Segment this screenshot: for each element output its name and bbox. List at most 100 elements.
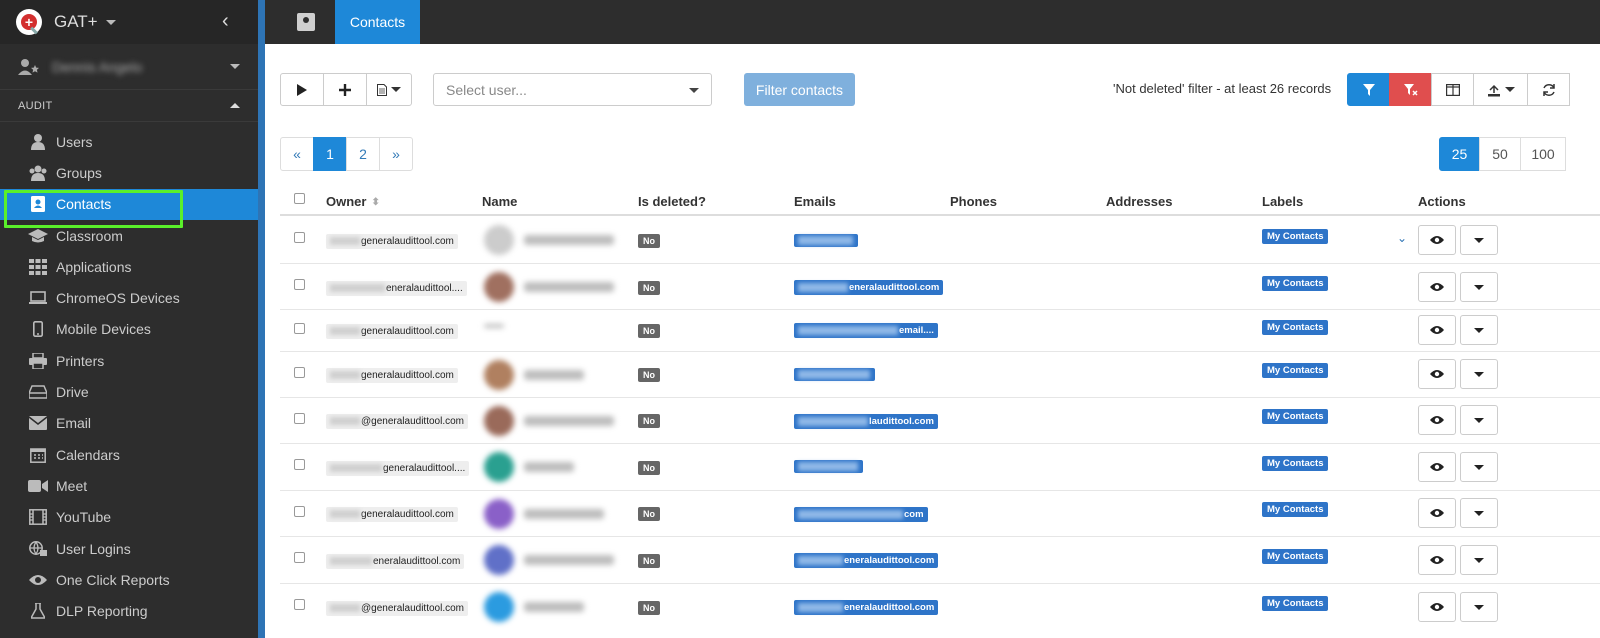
row-actions-dropdown[interactable] [1460,225,1498,255]
eye-icon [1430,556,1444,564]
contact-book-icon[interactable] [297,13,315,31]
select-user-dropdown[interactable]: Select user... [433,73,712,106]
email-badge[interactable]: email.... [794,323,938,338]
user-menu[interactable]: Dennis Angelo [0,44,258,90]
chevron-down-icon[interactable] [105,19,116,25]
sidebar-item-chromeos-devices[interactable]: ChromeOS Devices [0,282,258,313]
row-checkbox[interactable] [294,459,305,470]
filter-button[interactable] [1347,73,1390,106]
row-checkbox[interactable] [294,232,305,243]
row-checkbox[interactable] [294,367,305,378]
sidebar-item-youtube[interactable]: YouTube [0,502,258,533]
view-button[interactable] [1418,359,1456,389]
tab-contacts[interactable]: Contacts [335,0,420,44]
refresh-button[interactable] [1527,73,1570,106]
row-checkbox[interactable] [294,323,305,334]
sort-icon[interactable]: ⬍ [371,197,379,208]
sidebar-item-contacts[interactable]: Contacts [0,188,258,220]
sidebar-item-printers[interactable]: Printers [0,345,258,376]
view-button[interactable] [1418,592,1456,622]
deleted-badge: No [638,324,660,338]
export-dropdown-button[interactable] [1473,73,1528,106]
document-dropdown-button[interactable] [367,74,411,105]
row-actions-dropdown[interactable] [1460,315,1498,345]
email-badge[interactable]: eneralaudittool.com [794,553,939,568]
column-owner[interactable]: Owner ⬍ [326,194,380,209]
sidebar-item-meet[interactable]: Meet [0,470,258,501]
sidebar-item-users[interactable]: Users [0,126,258,157]
row-checkbox[interactable] [294,413,305,424]
columns-button[interactable] [1431,73,1474,106]
clear-filter-button[interactable] [1389,73,1432,106]
row-checkbox[interactable] [294,552,305,563]
view-button[interactable] [1418,405,1456,435]
deleted-badge: No [638,414,660,428]
sidebar-item-dlp-reporting[interactable]: DLP Reporting [0,595,258,626]
page-size-50[interactable]: 50 [1479,137,1521,171]
row-actions-dropdown[interactable] [1460,545,1498,575]
view-button[interactable] [1418,315,1456,345]
add-button[interactable] [324,74,367,105]
row-actions-dropdown[interactable] [1460,272,1498,302]
row-actions-dropdown[interactable] [1460,498,1498,528]
pagination-next[interactable]: » [379,137,413,171]
contact-name [484,272,614,302]
sidebar-item-label: Users [56,133,93,150]
sidebar-item-calendars[interactable]: Calendars [0,439,258,470]
sidebar-section-audit[interactable]: AUDIT [0,90,258,122]
row-checkbox[interactable] [294,279,305,290]
sidebar-item-classroom[interactable]: Classroom [0,220,258,251]
sidebar-item-email[interactable]: Email [0,408,258,439]
view-button[interactable] [1418,545,1456,575]
row-checkbox[interactable] [294,506,305,517]
pagination-page-1[interactable]: 1 [313,137,347,171]
view-button[interactable] [1418,452,1456,482]
sidebar-item-applications[interactable]: Applications [0,251,258,282]
email-badge[interactable] [794,234,858,247]
email-badge[interactable]: laudittool.com [794,414,938,429]
column-is-deleted[interactable]: Is deleted? [638,194,706,209]
column-name[interactable]: Name [482,194,517,209]
avatar [484,360,514,390]
label-badge: My Contacts [1262,229,1329,244]
email-badge[interactable] [794,460,863,473]
sidebar-item-user-logins[interactable]: User Logins [0,533,258,564]
sidebar-item-drive[interactable]: Drive [0,376,258,407]
sidebar-item-mobile-devices[interactable]: Mobile Devices [0,314,258,345]
filter-contacts-button[interactable]: Filter contacts [744,73,855,106]
chevron-down-icon [1474,327,1484,333]
row-actions-dropdown[interactable] [1460,592,1498,622]
page-size-25[interactable]: 25 [1439,137,1480,171]
owner-email: generalaudittool.com [361,326,454,337]
row-actions-dropdown[interactable] [1460,405,1498,435]
run-button[interactable] [281,74,324,105]
calendar-icon [28,446,48,464]
page-size-100[interactable]: 100 [1520,137,1566,171]
email-badge[interactable]: eneralaudittool.com [794,280,944,295]
column-emails[interactable]: Emails [794,194,836,209]
column-phones[interactable]: Phones [950,194,997,209]
pagination-page-2[interactable]: 2 [346,137,380,171]
row-actions-dropdown[interactable] [1460,452,1498,482]
sidebar-item-groups[interactable]: Groups [0,157,258,188]
sidebar-item-label: Contacts [56,196,112,213]
pagination-prev[interactable]: « [280,137,314,171]
collapse-sidebar-icon[interactable]: ‹ [222,11,242,32]
email-badge[interactable]: com [794,507,928,522]
column-addresses[interactable]: Addresses [1106,194,1172,209]
view-button[interactable] [1418,498,1456,528]
column-labels[interactable]: Labels [1262,194,1303,209]
email-badge[interactable]: eneralaudittool.com [794,600,939,615]
chevron-down-icon[interactable] [230,64,240,69]
expand-row-icon[interactable]: ⌄ [1397,231,1407,245]
email-badge[interactable] [794,368,875,381]
chevron-up-icon[interactable] [230,103,240,108]
row-checkbox[interactable] [294,599,305,610]
view-button[interactable] [1418,225,1456,255]
sidebar-item-one-click-reports[interactable]: One Click Reports [0,564,258,595]
app-title[interactable]: GAT+ [54,12,98,32]
select-all-checkbox[interactable] [294,193,305,204]
row-actions-dropdown[interactable] [1460,359,1498,389]
deleted-badge: No [638,234,660,248]
view-button[interactable] [1418,272,1456,302]
